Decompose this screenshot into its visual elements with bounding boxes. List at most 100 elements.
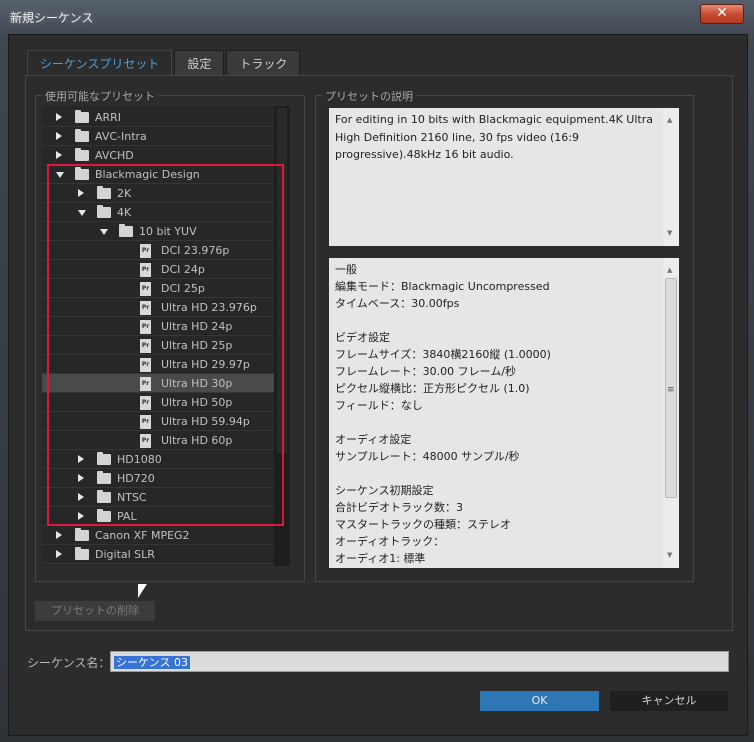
disclosure-closed-icon[interactable] — [78, 474, 84, 482]
tab-bar: シーケンスプリセット 設定 トラック — [27, 50, 302, 76]
window-title: 新規シーケンス — [10, 11, 94, 25]
tree-folder[interactable]: AVCHD — [42, 146, 274, 165]
tree-preset[interactable]: Pr DCI 24p — [42, 260, 274, 279]
folder-icon — [97, 490, 111, 503]
title-bar: 新規シーケンス ✕ — [0, 0, 754, 34]
tree-folder[interactable]: 2K — [42, 184, 274, 203]
preset-tree[interactable]: ARRI AVC-Intra AVCHD Blackmagic Design 2K 4K 1… — [42, 106, 274, 566]
presets-group-label: 使用可能なプリセット — [42, 88, 158, 104]
preset-file-icon: Pr — [140, 377, 151, 391]
folder-icon — [119, 224, 133, 237]
folder-icon — [97, 186, 111, 199]
tree-folder[interactable]: ARRI — [42, 108, 274, 127]
disclosure-closed-icon[interactable] — [56, 151, 62, 159]
tree-item-label: HD720 — [117, 472, 155, 485]
folder-icon — [75, 167, 89, 180]
tree-folder[interactable]: NTSC — [42, 488, 274, 507]
preset-file-icon: Pr — [140, 339, 151, 353]
folder-icon — [97, 205, 111, 218]
preset-file-icon: Pr — [140, 282, 151, 296]
description-scrollbar[interactable]: ▲ ▼ — [663, 108, 679, 246]
folder-icon — [97, 509, 111, 522]
scroll-down-icon[interactable]: ▼ — [667, 547, 672, 564]
tree-item-label: Ultra HD 59.94p — [161, 415, 250, 428]
preset-tree-scrollbar[interactable] — [274, 106, 290, 566]
preset-description-text: For editing in 10 bits with Blackmagic e… — [335, 113, 653, 161]
disclosure-closed-icon[interactable] — [78, 512, 84, 520]
tree-folder[interactable]: Blackmagic Design — [42, 165, 274, 184]
tree-folder[interactable]: 10 bit YUV — [42, 222, 274, 241]
scroll-up-icon[interactable]: ▲ — [667, 112, 672, 130]
preset-description: For editing in 10 bits with Blackmagic e… — [329, 108, 679, 246]
tab-settings[interactable]: 設定 — [174, 50, 225, 76]
disclosure-open-icon[interactable] — [100, 229, 108, 235]
ok-button[interactable]: OK — [480, 691, 599, 711]
tree-preset[interactable]: Pr DCI 23.976p — [42, 241, 274, 260]
summary-line: フレームサイズ：3840横2160縦 (1.0000) — [335, 348, 551, 361]
summary-scrollbar[interactable]: ▲ ≡ ▼ — [663, 258, 679, 568]
tree-preset[interactable]: Pr Ultra HD 24p — [42, 317, 274, 336]
tab-sequence-presets[interactable]: シーケンスプリセット — [27, 50, 173, 76]
tree-item-label: Ultra HD 30p — [161, 377, 233, 390]
tree-preset[interactable]: Pr Ultra HD 25p — [42, 336, 274, 355]
tree-preset[interactable]: Pr Ultra HD 30p — [42, 374, 274, 393]
folder-icon — [75, 547, 89, 560]
mouse-cursor-icon — [138, 584, 147, 598]
cancel-button[interactable]: キャンセル — [610, 691, 728, 711]
delete-preset-button[interactable]: プリセットの削除 — [35, 601, 155, 621]
tab-tracks[interactable]: トラック — [226, 50, 301, 76]
tree-preset[interactable]: Pr Ultra HD 59.94p — [42, 412, 274, 431]
tree-item-label: Ultra HD 25p — [161, 339, 233, 352]
folder-icon — [97, 471, 111, 484]
disclosure-closed-icon[interactable] — [78, 493, 84, 501]
tree-preset[interactable]: Pr Ultra HD 23.976p — [42, 298, 274, 317]
folder-icon — [75, 148, 89, 161]
preset-file-icon: Pr — [140, 358, 151, 372]
disclosure-closed-icon[interactable] — [78, 189, 84, 197]
tree-item-label: HD1080 — [117, 453, 162, 466]
sequence-name-value: シーケンス 03 — [114, 656, 190, 669]
tree-preset[interactable]: Pr Ultra HD 50p — [42, 393, 274, 412]
disclosure-open-icon[interactable] — [78, 210, 86, 216]
disclosure-closed-icon[interactable] — [56, 113, 62, 121]
preset-file-icon: Pr — [140, 301, 151, 315]
sequence-name-input[interactable]: シーケンス 03 — [110, 651, 729, 672]
scroll-grip-icon: ≡ — [667, 385, 675, 395]
disclosure-closed-icon[interactable] — [56, 531, 62, 539]
preset-tree-scroll-thumb[interactable] — [277, 108, 287, 453]
folder-icon — [75, 129, 89, 142]
sequence-name-label: シーケンス名： — [27, 656, 111, 670]
tree-folder[interactable]: HD1080 — [42, 450, 274, 469]
tree-folder[interactable]: AVC-Intra — [42, 127, 274, 146]
scroll-up-icon[interactable]: ▲ — [667, 262, 672, 279]
summary-line: シーケンス初期設定 — [335, 484, 434, 497]
tree-item-label: Ultra HD 50p — [161, 396, 233, 409]
preset-file-icon: Pr — [140, 396, 151, 410]
tree-folder[interactable]: 4K — [42, 203, 274, 222]
summary-line: フレームレート：30.00 フレーム/秒 — [335, 365, 517, 378]
tree-folder[interactable]: Canon XF MPEG2 — [42, 526, 274, 545]
close-button[interactable]: ✕ — [700, 4, 744, 24]
tree-folder[interactable]: Digital SLR — [42, 545, 274, 564]
summary-line: ビデオ設定 — [335, 331, 390, 344]
summary-line: タイムベース：30.00fps — [335, 297, 460, 310]
folder-icon — [75, 110, 89, 123]
disclosure-closed-icon[interactable] — [56, 132, 62, 140]
tree-folder[interactable]: PAL — [42, 507, 274, 526]
summary-line: サンプルレート：48000 サンプル/秒 — [335, 450, 520, 463]
tree-preset[interactable]: Pr DCI 25p — [42, 279, 274, 298]
preset-file-icon: Pr — [140, 244, 151, 258]
summary-line: 編集モード：Blackmagic Uncompressed — [335, 280, 550, 293]
disclosure-open-icon[interactable] — [56, 172, 64, 178]
tree-folder[interactable]: HD720 — [42, 469, 274, 488]
summary-lines: 一般 編集モード：Blackmagic Uncompressed タイムベース：… — [335, 261, 659, 567]
tree-preset[interactable]: Pr Ultra HD 29.97p — [42, 355, 274, 374]
disclosure-closed-icon[interactable] — [78, 455, 84, 463]
disclosure-closed-icon[interactable] — [56, 550, 62, 558]
summary-spacer — [335, 465, 659, 482]
preset-file-icon: Pr — [140, 320, 151, 334]
tree-item-label: PAL — [117, 510, 137, 523]
tree-item-label: ARRI — [95, 111, 122, 124]
scroll-down-icon[interactable]: ▼ — [667, 225, 672, 243]
tree-preset[interactable]: Pr Ultra HD 60p — [42, 431, 274, 450]
